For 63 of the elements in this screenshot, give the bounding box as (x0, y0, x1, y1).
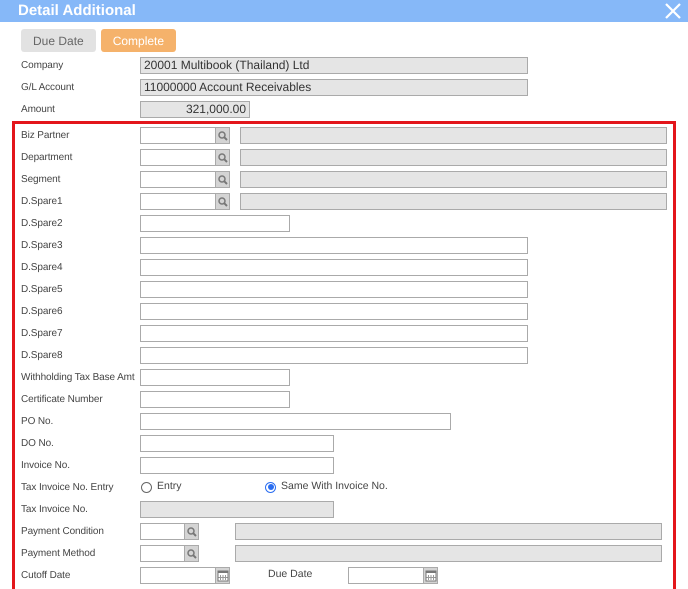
field-label: Invoice No. (21, 458, 71, 472)
field-label: Cutoff Date (21, 568, 72, 582)
input-field[interactable] (140, 566, 216, 584)
calendar-icon[interactable] (216, 566, 230, 584)
field-label: D.Spare3 (21, 238, 64, 252)
field-label: D.Spare2 (21, 216, 64, 230)
input-field[interactable] (140, 522, 185, 540)
readonly-field: 321,000.00 (140, 100, 250, 118)
input-field[interactable] (140, 368, 290, 386)
radio-button[interactable] (141, 482, 152, 492)
input-field[interactable] (140, 214, 290, 232)
field-label: D.Spare7 (21, 326, 64, 340)
field-label: Company (21, 58, 64, 72)
calendar-icon[interactable] (424, 566, 438, 584)
input-field[interactable] (140, 390, 290, 408)
input-field[interactable] (140, 412, 451, 430)
input-field[interactable] (140, 148, 216, 166)
field-label: Segment (21, 172, 62, 186)
search-icon[interactable] (185, 522, 199, 540)
readonly-field: 11000000 Account Receivables (140, 78, 528, 96)
input-field[interactable] (140, 170, 216, 188)
field-label: G/L Account (21, 80, 76, 94)
field-label: Tax Invoice No. Entry (21, 480, 114, 494)
field-label: Withholding Tax Base Amt (21, 370, 136, 384)
field-label: Certificate Number (21, 392, 104, 406)
field-label: Due Date (268, 567, 314, 582)
search-icon[interactable] (216, 192, 230, 210)
field-label: Department (21, 150, 74, 164)
field-label: DO No. (21, 436, 55, 450)
due-date-button[interactable]: Due Date (21, 29, 96, 52)
search-icon[interactable] (216, 148, 230, 166)
window-title: Detail Additional (18, 0, 136, 21)
field-label: Payment Method (21, 546, 96, 560)
radio-option[interactable]: Same With Invoice No. (265, 479, 388, 495)
close-icon[interactable] (664, 2, 682, 20)
field-label: D.Spare8 (21, 348, 64, 362)
field-label: Payment Condition (21, 524, 105, 538)
field-label: Amount (21, 102, 56, 116)
search-icon[interactable] (185, 544, 199, 562)
input-field[interactable] (348, 566, 424, 584)
field-label: PO No. (21, 414, 54, 428)
input-field[interactable] (140, 456, 334, 474)
field-label: D.Spare1 (21, 194, 64, 208)
field-label: Tax Invoice No. (21, 502, 89, 516)
input-field[interactable] (140, 302, 528, 320)
radio-option[interactable]: Entry (140, 479, 265, 495)
input-field[interactable] (140, 324, 528, 342)
input-field[interactable] (140, 236, 528, 254)
search-icon[interactable] (216, 126, 230, 144)
search-icon[interactable] (216, 170, 230, 188)
radio-button[interactable] (265, 482, 276, 492)
input-field[interactable] (140, 280, 528, 298)
input-field[interactable] (140, 434, 334, 452)
input-field[interactable] (140, 192, 216, 210)
input-field[interactable] (140, 258, 528, 276)
input-field[interactable] (140, 544, 185, 562)
readonly-field: 20001 Multibook (Thailand) Ltd (140, 56, 528, 74)
field-label: D.Spare4 (21, 260, 64, 274)
field-label: Biz Partner (21, 128, 70, 142)
field-label: D.Spare6 (21, 304, 64, 318)
input-field[interactable] (140, 346, 528, 364)
field-label: D.Spare5 (21, 282, 64, 296)
input-field[interactable] (140, 126, 216, 144)
